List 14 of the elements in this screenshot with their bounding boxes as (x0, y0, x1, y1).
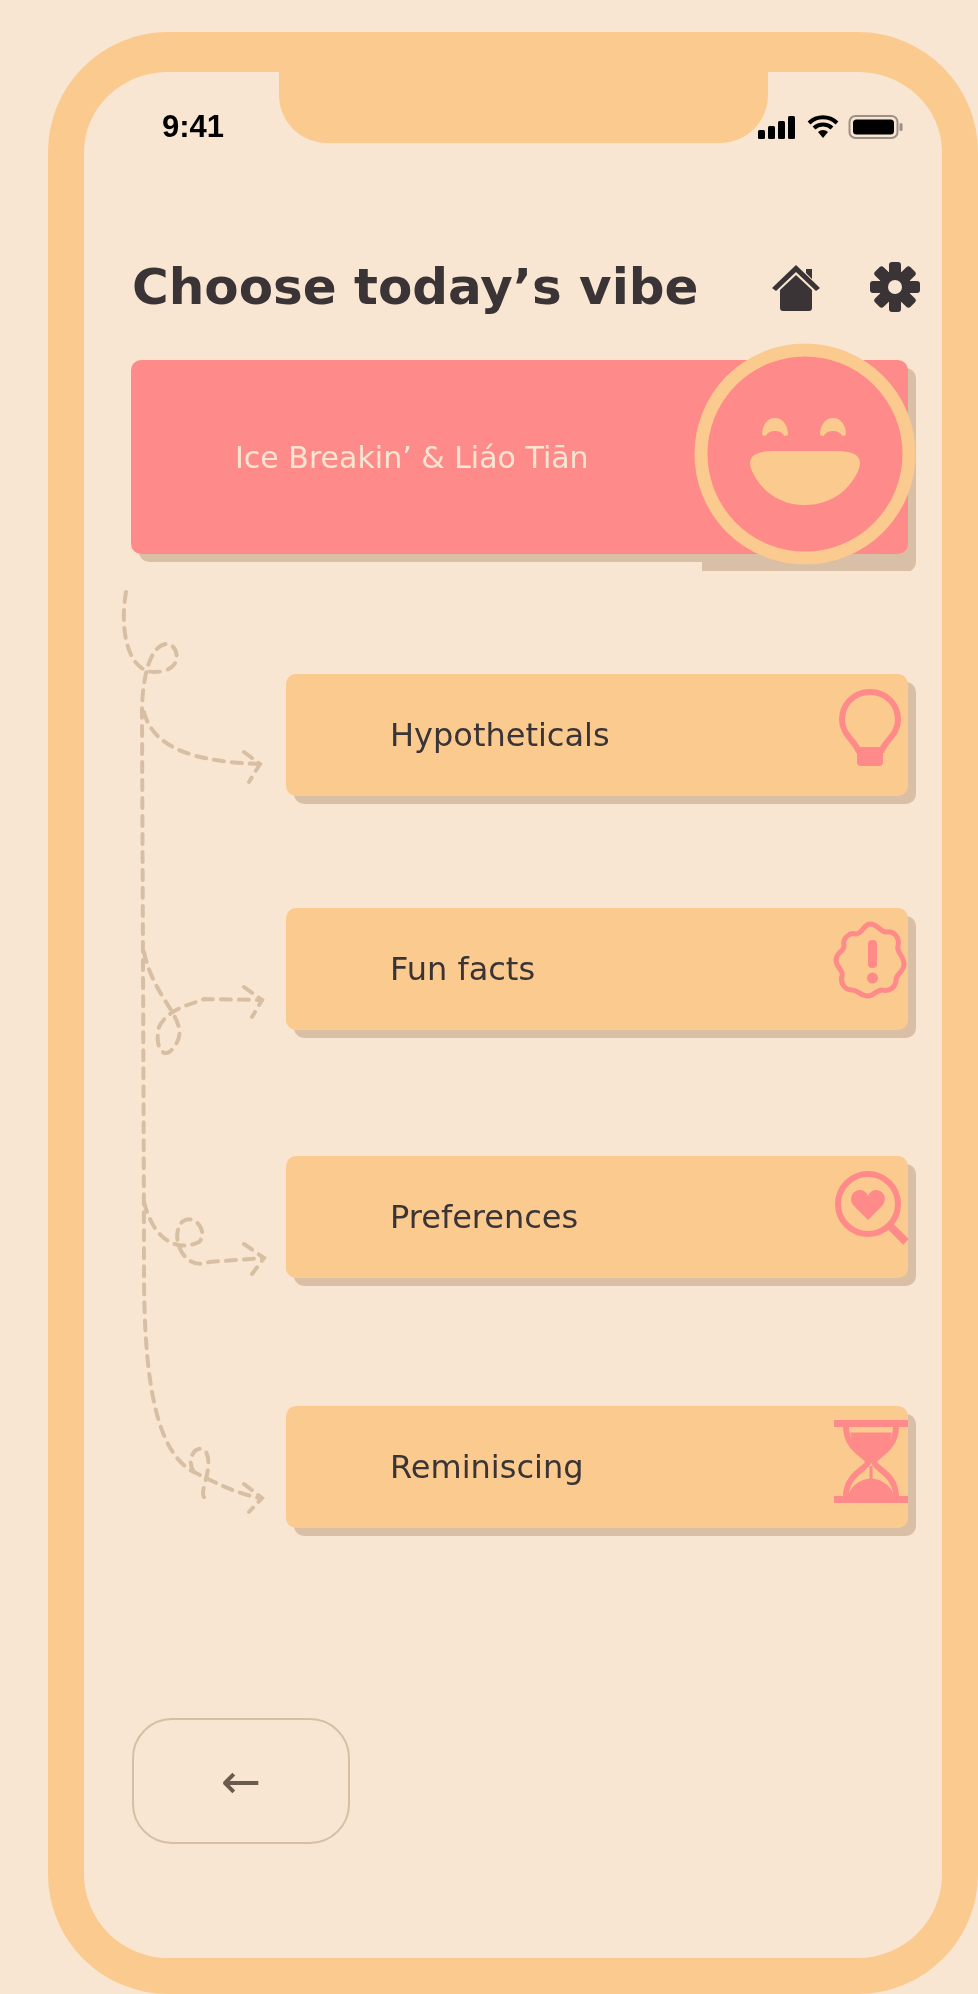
wifi-icon (806, 115, 840, 139)
page-title: Choose today’s vibe (132, 258, 699, 316)
signal-icon (758, 115, 798, 139)
battery-icon (848, 114, 904, 140)
card-label: Reminiscing (390, 1448, 584, 1486)
status-time: 9:41 (162, 109, 225, 145)
settings-icon[interactable] (868, 260, 922, 314)
home-icon[interactable] (770, 262, 822, 312)
back-button[interactable]: ← (132, 1718, 350, 1844)
card-label: Fun facts (390, 950, 536, 988)
card-label: Hypotheticals (390, 716, 610, 754)
card-label: Preferences (390, 1198, 579, 1236)
smiley-icon (694, 343, 916, 571)
card-label: Ice Breakin’ & Liáo Tiān (235, 439, 589, 475)
